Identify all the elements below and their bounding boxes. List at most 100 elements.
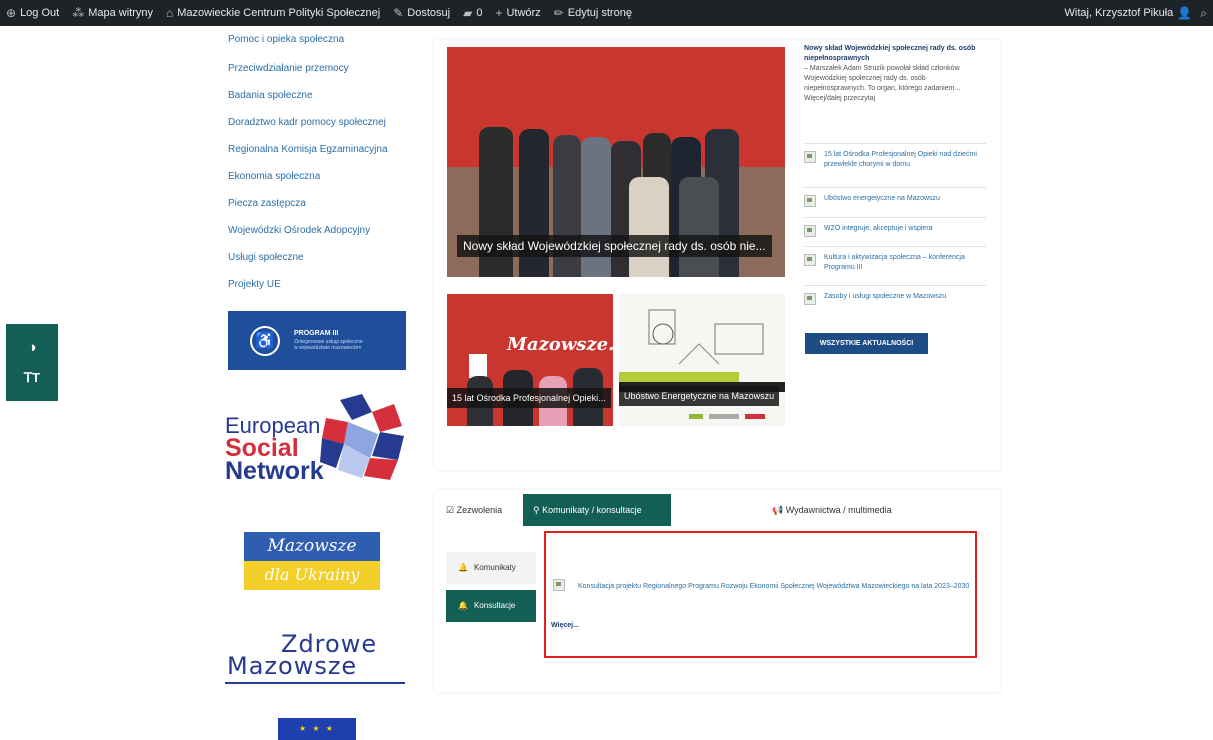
search-icon: ⌕ <box>1200 5 1207 20</box>
pencil-icon: ✏ <box>553 6 564 20</box>
home-icon: ⌂ <box>166 6 174 20</box>
european-social-network-logo[interactable]: European Social Network <box>222 392 410 492</box>
thumb1-brand-text: Mazowsze. <box>507 334 613 355</box>
tab-komunikaty-label: Komunikaty / konsultacje <box>542 505 642 515</box>
featured-news-caption: Nowy skład Wojewódzkiej społecznej rady … <box>457 235 772 257</box>
bell-outline-icon: 🔔 <box>458 563 468 572</box>
program-logo-title: PROGRAM III <box>294 330 339 337</box>
font-size-icon[interactable]: ꓔT <box>24 370 40 386</box>
admin-customize-label: Dostosuj <box>407 7 451 19</box>
tab-komunikaty-konsultacje[interactable]: ⚲ Komunikaty / konsultacje <box>523 494 671 526</box>
admin-edit-page-item[interactable]: ✏ Edytuj stronę <box>554 6 632 20</box>
admin-bar: ⊕ Log Out ⁂ Mapa witryny ⌂ Mazowieckie C… <box>0 0 1213 26</box>
brush-icon: ✎ <box>393 6 404 20</box>
thumb1-crest-icon <box>469 354 487 378</box>
news-list-item[interactable]: 15 lat Ośrodka Profesjonalnej Opieki nad… <box>804 143 986 170</box>
news-thumb-1[interactable]: Mazowsze. 15 lat Ośrodka Profesjonalnej … <box>447 294 613 426</box>
sidebar-item-adopcja[interactable]: Wojewódzki Ośrodek Adopcyjny <box>228 224 370 237</box>
news-thumbnail-icon <box>804 293 816 305</box>
checkbox-icon: ☑ <box>446 505 455 515</box>
sidebar-item-ekonomia[interactable]: Ekonomia społeczna <box>228 170 320 183</box>
sidebar-item-przemoc[interactable]: Przeciwdziałanie przemocy <box>228 62 349 75</box>
news-featured-excerpt: – Marszałek Adam Struzik powołał skład c… <box>804 65 961 102</box>
wheelchair-icon: ♿ <box>250 325 280 356</box>
sidebar-item-pomoc[interactable]: Pomoc i opieka społeczna <box>228 33 344 46</box>
admin-new-item[interactable]: + Utwórz <box>495 6 540 20</box>
tab-wydawnictwa[interactable]: 📢 Wydawnictwa / multimedia <box>772 494 892 526</box>
admin-customize-item[interactable]: ✎ Dostosuj <box>393 6 450 20</box>
all-news-button[interactable]: WSZYSTKIE AKTUALNOŚCI <box>805 333 928 354</box>
consultation-highlight-box <box>544 531 977 658</box>
tab-zezwolenia-label: Zezwolenia <box>456 505 503 515</box>
admin-sitemap-item[interactable]: ⁂ Mapa witryny <box>72 6 153 20</box>
zdrowe-mazowsze-logo[interactable]: Zdrowe Mazowsze <box>225 628 407 686</box>
more-link[interactable]: Więcej... <box>551 622 579 629</box>
mazowsze-dla-ukrainy-logo[interactable]: Mazowsze dla Ukrainy <box>244 532 380 590</box>
mzu-line-2: dla Ukrainy <box>244 561 380 590</box>
tab-zezwolenia[interactable]: ☑ Zezwolenia <box>446 494 502 526</box>
chat-icon: ⚲ <box>533 505 540 515</box>
wordpress-icon: ⊕ <box>6 6 17 20</box>
news-thumbnail-icon <box>804 195 816 207</box>
news-thumbnail-icon <box>804 225 816 237</box>
news-list-featured: Nowy skład Wojewódzkiej społecznej rady … <box>804 44 986 104</box>
sidebar-item-doradztwo[interactable]: Doradztwo kadr pomocy społecznej <box>228 116 386 129</box>
news-thumbnail-icon <box>804 254 816 266</box>
zm-underline <box>225 682 405 684</box>
news-thumbnail-icon <box>804 151 816 163</box>
news-item-title: Zasoby i usługi społeczne w Mazowszu <box>824 293 947 300</box>
admin-site-name-label: Mazowieckie Centrum Polityki Społecznej <box>177 7 381 19</box>
consultation-link[interactable]: Konsultacja projektu Regionalnego Progra… <box>578 581 970 592</box>
news-item-title: WZO integruje, akceptuje i wspiera <box>824 225 933 232</box>
admin-new-label: Utwórz <box>506 7 541 19</box>
thumb1-caption: 15 lat Ośrodka Profesjonalnej Opieki... <box>447 388 611 408</box>
program-logo-subtitle: Zintegrowane usługi społeczne w wojewódz… <box>294 339 363 351</box>
admin-site-name-item[interactable]: ⌂ Mazowieckie Centrum Polityki Społeczne… <box>166 6 380 20</box>
news-list-item[interactable]: Kultura i aktywizacja społeczna – konfer… <box>804 246 986 273</box>
user-icon: 👤 <box>1177 6 1193 20</box>
sidebar-item-komisja[interactable]: Regionalna Komisja Egzaminacyjna <box>228 143 388 156</box>
program-logo[interactable]: ♿ PROGRAM III Zintegrowane usługi społec… <box>228 311 406 370</box>
sidebar-item-projekty-ue[interactable]: Projekty UE <box>228 278 281 291</box>
news-list-item[interactable]: Ubóstwo energetyczne na Mazowszu <box>804 187 986 207</box>
news-item-title: Ubóstwo energetyczne na Mazowszu <box>824 195 940 202</box>
admin-logout-label: Log Out <box>20 7 60 19</box>
plus-icon: + <box>495 6 503 20</box>
subtab-komunikaty-label: Komunikaty <box>473 563 516 572</box>
admin-sitemap-label: Mapa witryny <box>88 7 153 19</box>
subtab-komunikaty[interactable]: 🔔 Komunikaty <box>446 552 536 584</box>
sidebar-item-uslugi[interactable]: Usługi społeczne <box>228 251 304 264</box>
admin-search-item[interactable]: ⌕ <box>1200 6 1207 21</box>
eu-stars: ★ ★ ★ <box>299 724 335 733</box>
news-list-item[interactable]: WZO integruje, akceptuje i wspiera <box>804 217 986 237</box>
tab-wydawnictwa-label: Wydawnictwa / multimedia <box>785 505 892 515</box>
accessibility-toolbar: ◑ ꓔT <box>6 324 58 401</box>
sidebar-item-piecza[interactable]: Piecza zastępcza <box>228 197 306 210</box>
thumb2-caption: Ubóstwo Energetyczne na Mazowszu <box>619 386 780 406</box>
admin-comments-item[interactable]: ▰ 0 <box>463 6 482 20</box>
news-thumb-2[interactable]: Ubóstwo Energetyczne na Mazowszu <box>619 294 785 426</box>
news-list-item[interactable]: Zasoby i usługi społeczne w Mazowszu <box>804 285 986 305</box>
sidebar-item-badania[interactable]: Badania społeczne <box>228 89 313 102</box>
photo-person-seated <box>629 177 669 277</box>
subtab-konsultacje-label: Konsultacje <box>473 601 516 610</box>
zm-line-2: Mazowsze <box>227 652 358 680</box>
featured-news-tile[interactable]: Nowy skład Wojewódzkiej społecznej rady … <box>447 47 785 277</box>
contrast-icon[interactable]: ◑ <box>27 339 36 356</box>
eu-flag-logo[interactable]: ★ ★ ★ <box>278 718 356 740</box>
photo-person-seated <box>679 177 719 277</box>
bell-icon: 🔔 <box>458 601 468 610</box>
admin-account-item[interactable]: Witaj, Krzysztof Pikuła 👤 <box>1065 6 1193 20</box>
megaphone-icon: 📢 <box>772 505 784 515</box>
news-item-title: Kultura i aktywizacja społeczna – konfer… <box>824 254 965 271</box>
sitemap-icon: ⁂ <box>72 6 85 20</box>
mzu-line-1: Mazowsze <box>244 532 380 561</box>
admin-comments-count: 0 <box>476 7 483 19</box>
news-featured-title[interactable]: Nowy skład Wojewódzkiej społecznej rady … <box>804 44 986 64</box>
admin-logout-item[interactable]: ⊕ Log Out <box>6 6 59 20</box>
subtab-konsultacje[interactable]: 🔔 Konsultacje <box>446 590 536 622</box>
admin-edit-page-label: Edytuj stronę <box>567 7 632 19</box>
admin-greeting: Witaj, Krzysztof Pikuła <box>1064 7 1174 19</box>
comment-icon: ▰ <box>463 6 473 20</box>
esn-word-network: Network <box>225 457 324 485</box>
